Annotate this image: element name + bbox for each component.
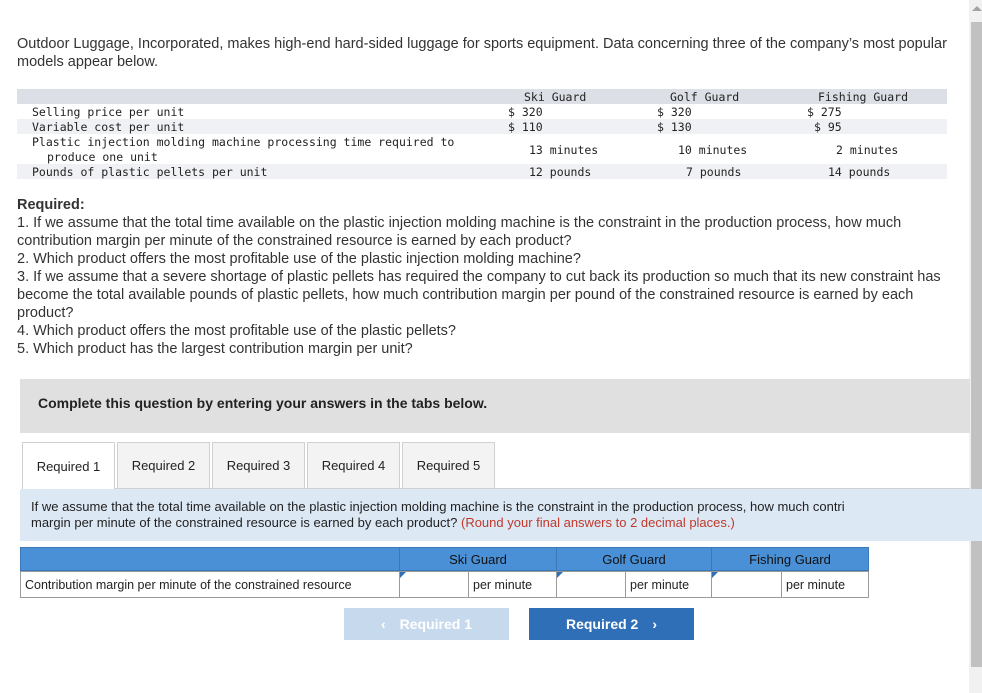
previous-button-label: Required 1 — [399, 616, 473, 632]
required-item-3: 3. If we assume that a severe shortage o… — [17, 269, 941, 321]
required-item-4: 4. Which product offers the most profita… — [17, 323, 456, 339]
row-label: Pounds of plastic pellets per unit — [32, 165, 268, 179]
table-row: Selling price per unit $ 320 $ 320 $ 275 — [17, 104, 947, 119]
instruction-text: Complete this question by entering your … — [38, 395, 488, 411]
table-row: Variable cost per unit $ 110 $ 130 $ 95 — [17, 119, 947, 134]
tab-required-3[interactable]: Required 3 — [212, 442, 305, 488]
cell-value: $ 320 — [508, 105, 543, 119]
table-row: Pounds of plastic pellets per unit 12 po… — [17, 164, 947, 179]
fishing-guard-input[interactable] — [711, 571, 782, 598]
required-heading: Required: — [17, 197, 85, 213]
question-line-2: margin per minute of the constrained res… — [31, 515, 458, 530]
tab-required-1[interactable]: Required 1 — [22, 442, 115, 489]
cell-value: $ 110 — [508, 120, 543, 134]
ski-guard-input[interactable] — [399, 571, 469, 598]
problem-intro: Outdoor Luggage, Incorporated, makes hig… — [17, 36, 947, 70]
unit-label: per minute — [625, 571, 712, 598]
input-marker-icon — [400, 572, 406, 578]
tab-required-4[interactable]: Required 4 — [307, 442, 400, 488]
header-golf-guard: Golf Guard — [670, 90, 740, 104]
answer-header-blank — [20, 547, 400, 571]
required-item-2: 2. Which product offers the most profita… — [17, 251, 581, 267]
row-label-continued: produce one unit — [47, 150, 158, 164]
cell-value: $ 95 — [814, 120, 842, 134]
cell-value: 2 minutes — [836, 143, 899, 157]
answer-header-golf-guard: Golf Guard — [556, 547, 712, 571]
table-header-row: Ski Guard Golf Guard Fishing Guard — [17, 89, 947, 104]
scroll-up-arrow-icon[interactable] — [972, 6, 982, 11]
next-button-label: Required 2 — [565, 616, 639, 632]
required-list: Required: 1. If we assume that the total… — [17, 196, 957, 358]
cell-value: $ 320 — [657, 105, 692, 119]
answer-header-fishing-guard: Fishing Guard — [711, 547, 869, 571]
input-marker-icon — [712, 572, 718, 578]
cell-value: 12 pounds — [529, 165, 592, 179]
required-item-5: 5. Which product has the largest contrib… — [17, 341, 413, 357]
cell-value: 13 minutes — [529, 143, 599, 157]
header-ski-guard: Ski Guard — [524, 90, 587, 104]
header-fishing-guard: Fishing Guard — [818, 90, 909, 104]
scrollbar-thumb[interactable] — [971, 22, 982, 667]
row-label: Variable cost per unit — [32, 120, 185, 134]
question-text: If we assume that the total time availab… — [31, 499, 971, 531]
answer-row-label: Contribution margin per minute of the co… — [20, 571, 400, 598]
cell-value: 7 pounds — [686, 165, 742, 179]
table-row: Plastic injection molding machine proces… — [17, 134, 947, 164]
rounding-note: (Round your final answers to 2 decimal p… — [460, 515, 735, 530]
unit-label: per minute — [781, 571, 869, 598]
chevron-left-icon: ‹ — [380, 616, 386, 632]
required-item-1: 1. If we assume that the total time avai… — [17, 215, 902, 249]
row-label: Plastic injection molding machine proces… — [32, 135, 455, 149]
question-line-1: If we assume that the total time availab… — [31, 499, 845, 514]
previous-button[interactable]: ‹ Required 1 — [344, 608, 509, 640]
tab-required-5[interactable]: Required 5 — [402, 442, 495, 488]
cell-value: $ 275 — [807, 105, 842, 119]
unit-label: per minute — [468, 571, 557, 598]
row-label: Selling price per unit — [32, 105, 185, 119]
tab-required-2[interactable]: Required 2 — [117, 442, 210, 488]
cell-value: 14 pounds — [828, 165, 891, 179]
answer-header-ski-guard: Ski Guard — [399, 547, 557, 571]
next-button[interactable]: Required 2 › — [529, 608, 694, 640]
cell-value: $ 130 — [657, 120, 692, 134]
input-marker-icon — [557, 572, 563, 578]
chevron-right-icon: › — [652, 616, 658, 632]
golf-guard-input[interactable] — [556, 571, 626, 598]
cell-value: 10 minutes — [678, 143, 748, 157]
